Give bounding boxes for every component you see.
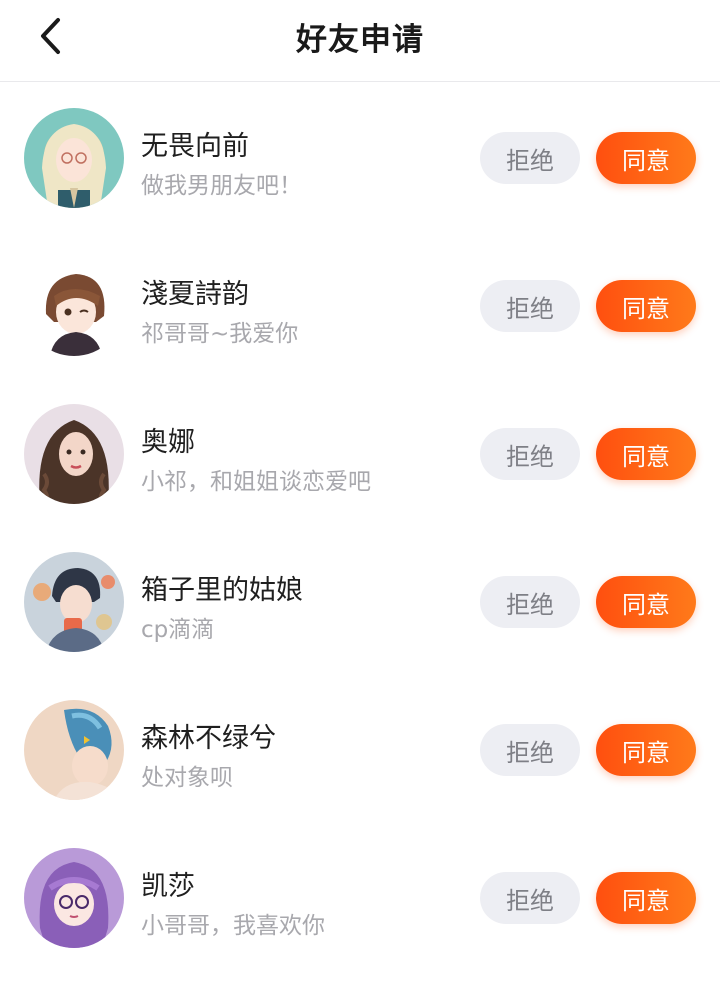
- request-message: 处对象呗: [141, 765, 233, 791]
- accept-button[interactable]: 同意: [596, 724, 696, 776]
- requester-name: 淺夏詩韵: [141, 279, 249, 310]
- request-message: 小哥哥，我喜欢你: [141, 913, 325, 939]
- top-navigation-bar: 好友申请: [0, 0, 720, 82]
- reject-button[interactable]: 拒绝: [480, 132, 580, 184]
- avatar[interactable]: [24, 552, 124, 652]
- friend-request-item: 凯莎 小哥哥，我喜欢你 拒绝 同意: [0, 822, 720, 970]
- requester-name: 箱子里的姑娘: [141, 575, 303, 606]
- reject-button[interactable]: 拒绝: [480, 724, 580, 776]
- reject-button[interactable]: 拒绝: [480, 872, 580, 924]
- reject-button[interactable]: 拒绝: [480, 280, 580, 332]
- accept-button[interactable]: 同意: [596, 280, 696, 332]
- friend-request-item: 淺夏詩韵 祁哥哥~我爱你 拒绝 同意: [0, 230, 720, 378]
- friend-request-item: 无畏向前 做我男朋友吧！ 拒绝 同意: [0, 82, 720, 230]
- requester-name: 凯莎: [141, 871, 195, 902]
- avatar[interactable]: [24, 256, 124, 356]
- accept-button[interactable]: 同意: [596, 576, 696, 628]
- friend-request-item: 奥娜 小祁，和姐姐谈恋爱吧 拒绝 同意: [0, 378, 720, 526]
- friend-request-item: 箱子里的姑娘 cp滴滴 拒绝 同意: [0, 526, 720, 674]
- accept-button[interactable]: 同意: [596, 428, 696, 480]
- friend-request-list: 无畏向前 做我男朋友吧！ 拒绝 同意 淺夏詩韵 祁哥哥~我爱你 拒绝 同意 奥娜…: [0, 82, 720, 970]
- requester-name: 奥娜: [141, 427, 195, 458]
- avatar[interactable]: [24, 108, 124, 208]
- page-title: 好友申请: [296, 22, 424, 58]
- reject-button[interactable]: 拒绝: [480, 576, 580, 628]
- request-message: 小祁，和姐姐谈恋爱吧: [141, 469, 371, 495]
- reject-button[interactable]: 拒绝: [480, 428, 580, 480]
- request-message: 做我男朋友吧！: [141, 173, 302, 199]
- request-message: 祁哥哥~我爱你: [141, 321, 299, 347]
- accept-button[interactable]: 同意: [596, 132, 696, 184]
- avatar[interactable]: [24, 700, 124, 800]
- requester-name: 无畏向前: [141, 131, 249, 162]
- friend-request-item: 森林不绿兮 处对象呗 拒绝 同意: [0, 674, 720, 822]
- accept-button[interactable]: 同意: [596, 872, 696, 924]
- avatar[interactable]: [24, 848, 124, 948]
- request-message: cp滴滴: [141, 617, 215, 643]
- requester-name: 森林不绿兮: [141, 723, 276, 754]
- avatar[interactable]: [24, 404, 124, 504]
